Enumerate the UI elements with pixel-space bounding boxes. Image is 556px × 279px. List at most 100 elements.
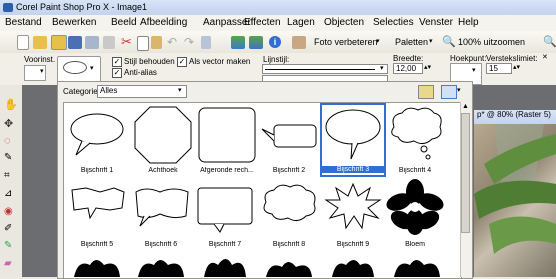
menu-bestand[interactable]: Bestand — [5, 17, 42, 28]
straighten-tool-icon[interactable]: ⊿ — [4, 188, 17, 200]
info-icon[interactable]: i — [269, 36, 281, 48]
width-label: Breedte: — [393, 54, 424, 63]
shape-cell-bijschrift-9[interactable] — [322, 180, 384, 235]
view-chevron-down-icon[interactable]: ▾ — [457, 86, 461, 94]
zoom-out-100-button[interactable]: 100% uitzoomen — [458, 37, 525, 47]
miter-limit-spinner-icon[interactable]: ▴▾ — [513, 63, 520, 71]
category-dropdown[interactable]: Alles — [97, 85, 187, 98]
shape-label: Bijschrift 9 — [336, 241, 370, 248]
red-eye-tool-icon[interactable]: ◉ — [4, 206, 17, 218]
category-chevron-down-icon: ▾ — [178, 87, 182, 94]
shape-cell-bloem[interactable] — [384, 178, 446, 236]
move-tool-icon[interactable]: ✥ — [4, 117, 17, 130]
menu-beeld[interactable]: Beeld — [111, 17, 137, 28]
presets-chevron-down-icon: ▾ — [40, 68, 44, 75]
app-icon — [3, 3, 13, 12]
oval-callout-icon — [325, 109, 381, 160]
view-options-icon[interactable] — [441, 85, 457, 99]
paste-icon[interactable] — [151, 36, 162, 49]
cut-icon[interactable]: ✂ — [121, 35, 132, 49]
zoom-icon[interactable]: 🔍 — [442, 35, 456, 48]
shape-row-partial — [66, 255, 462, 277]
eraser-tool-icon[interactable]: ▰ — [4, 258, 17, 270]
jagged-callout-icon — [71, 187, 125, 220]
menu-lagen[interactable]: Lagen — [287, 17, 315, 28]
options-close-icon[interactable]: ✕ — [542, 53, 548, 61]
history-icon[interactable] — [201, 36, 211, 49]
scroll-up-icon[interactable]: ▲ — [462, 103, 469, 110]
line-style-chevron-down-icon: ▾ — [380, 65, 384, 72]
scrollbar-thumb[interactable] — [461, 113, 470, 233]
as-vector-checkbox[interactable]: ✓ — [177, 57, 187, 67]
anti-alias-checkbox[interactable]: ✓ — [112, 68, 122, 78]
keep-style-label: Stijl behouden — [124, 57, 175, 66]
menu-bewerken[interactable]: Bewerken — [52, 17, 96, 28]
browser-icon[interactable] — [249, 36, 263, 49]
image-icon[interactable] — [231, 36, 245, 49]
shape-label: Achthoek — [148, 167, 178, 174]
print-icon[interactable] — [85, 36, 99, 49]
scanner-icon[interactable] — [103, 36, 115, 49]
document-image[interactable] — [474, 124, 556, 277]
open-folder-icon[interactable] — [33, 36, 47, 49]
document-title: p* @ 80% (Raster 5) — [474, 110, 556, 124]
width-input[interactable]: 12,00 — [393, 63, 423, 74]
palettes-menu[interactable]: Paletten — [395, 37, 428, 47]
save-icon[interactable] — [68, 36, 82, 49]
crop-tool-icon[interactable]: ⌗ — [4, 170, 17, 182]
menu-objecten[interactable]: Objecten — [324, 17, 364, 28]
shape-cell-bijschrift-1[interactable] — [66, 105, 128, 165]
shape-cell-bijschrift-7[interactable] — [194, 180, 256, 235]
category-label: Categorie: — [63, 87, 100, 96]
shape-label: Bijschrift 2 — [272, 167, 306, 174]
effects-icon[interactable] — [292, 36, 306, 49]
copy-icon[interactable] — [137, 36, 149, 51]
selection-tool-icon[interactable]: ◌ — [4, 135, 17, 147]
flower-shapes-partial-icon — [74, 259, 440, 277]
redo-icon[interactable]: ↷ — [184, 36, 198, 49]
menu-effecten[interactable]: Effecten — [244, 17, 281, 28]
line-style-preview — [265, 69, 375, 70]
browse-icon[interactable] — [51, 35, 67, 50]
photo-fix-dropdown-icon[interactable]: ▾ — [376, 37, 380, 45]
cloud-callout-icon — [263, 184, 316, 222]
wavy-callout-icon — [135, 188, 189, 227]
as-vector-label: Als vector maken — [189, 57, 251, 66]
photo-fix-menu[interactable]: Foto verbeteren — [314, 37, 378, 47]
menu-help[interactable]: Help — [458, 17, 479, 28]
menu-venster[interactable]: Venster — [419, 17, 453, 28]
anti-alias-label: Anti-alias — [124, 68, 157, 77]
octagon-icon — [134, 106, 192, 164]
clone-tool-icon[interactable]: ✎ — [4, 240, 17, 252]
menu-selecties[interactable]: Selecties — [373, 17, 414, 28]
square-callout-icon — [197, 187, 253, 233]
shape-cell-afgeronde-rechthoek[interactable] — [196, 105, 258, 165]
pan-tool-icon[interactable]: ✋ — [4, 98, 18, 111]
resource-manager-icon[interactable] — [418, 85, 434, 99]
presets-label: Voorinst. — [24, 55, 56, 64]
undo-icon[interactable]: ↶ — [167, 36, 181, 49]
dropper-tool-icon[interactable]: ✎ — [4, 152, 17, 164]
brush-tool-icon[interactable]: ✐ — [4, 223, 17, 235]
shape-cell-bijschrift-2[interactable] — [258, 105, 320, 165]
shape-cell-bijschrift-8[interactable] — [258, 180, 320, 235]
shape-label: Bijschrift 8 — [272, 241, 306, 248]
shape-cell-bijschrift-4[interactable] — [384, 105, 446, 165]
rect-callout-icon — [261, 124, 317, 148]
miter-limit-label: Verstekslimiet: — [486, 54, 538, 63]
keep-style-checkbox[interactable]: ✓ — [112, 57, 122, 67]
new-file-icon[interactable] — [17, 35, 29, 50]
shape-label: Bloem — [405, 241, 425, 248]
width-spinner-icon[interactable]: ▴▾ — [424, 63, 431, 71]
shape-cell-achthoek[interactable] — [132, 105, 194, 165]
shape-label-selected: Bijschrift 3 — [322, 166, 384, 173]
shape-label: Bijschrift 7 — [208, 241, 242, 248]
zoom-tool-icon[interactable]: 🔍 — [543, 35, 556, 48]
palettes-dropdown-icon[interactable]: ▾ — [429, 37, 433, 45]
miter-limit-input[interactable]: 15 — [486, 63, 512, 74]
shape-cell-bijschrift-5[interactable] — [66, 180, 128, 235]
shape-label: Bijschrift 5 — [80, 241, 114, 248]
menu-afbeelding[interactable]: Afbeelding — [140, 17, 187, 28]
line-style-label: Lijnstijl: — [263, 55, 290, 64]
shape-cell-bijschrift-6[interactable] — [130, 180, 192, 235]
